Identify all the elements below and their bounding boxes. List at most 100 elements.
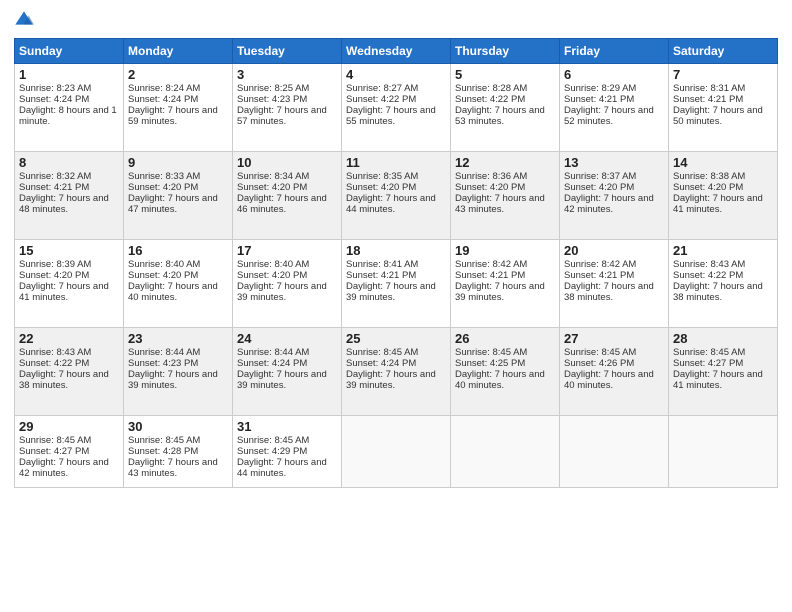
calendar-header-saturday: Saturday: [669, 39, 778, 64]
calendar-cell: 25Sunrise: 8:45 AMSunset: 4:24 PMDayligh…: [342, 328, 451, 416]
sunset-text: Sunset: 4:29 PM: [237, 446, 337, 457]
calendar-cell: 14Sunrise: 8:38 AMSunset: 4:20 PMDayligh…: [669, 152, 778, 240]
day-number: 6: [564, 67, 664, 82]
day-number: 29: [19, 419, 119, 434]
header: [14, 10, 778, 30]
daylight-text: Daylight: 7 hours and 44 minutes.: [346, 193, 446, 215]
calendar-week-row: 8Sunrise: 8:32 AMSunset: 4:21 PMDaylight…: [15, 152, 778, 240]
daylight-text: Daylight: 7 hours and 40 minutes.: [455, 369, 555, 391]
calendar-week-row: 1Sunrise: 8:23 AMSunset: 4:24 PMDaylight…: [15, 64, 778, 152]
day-number: 2: [128, 67, 228, 82]
calendar-cell: 31Sunrise: 8:45 AMSunset: 4:29 PMDayligh…: [233, 416, 342, 488]
sunrise-text: Sunrise: 8:42 AM: [455, 259, 555, 270]
sunset-text: Sunset: 4:21 PM: [564, 270, 664, 281]
calendar-header-friday: Friday: [560, 39, 669, 64]
daylight-text: Daylight: 7 hours and 42 minutes.: [19, 457, 119, 479]
daylight-text: Daylight: 7 hours and 41 minutes.: [673, 369, 773, 391]
calendar-cell: [451, 416, 560, 488]
sunset-text: Sunset: 4:20 PM: [128, 270, 228, 281]
sunset-text: Sunset: 4:22 PM: [455, 94, 555, 105]
calendar-header-wednesday: Wednesday: [342, 39, 451, 64]
sunset-text: Sunset: 4:21 PM: [673, 94, 773, 105]
sunrise-text: Sunrise: 8:45 AM: [564, 347, 664, 358]
day-number: 22: [19, 331, 119, 346]
sunset-text: Sunset: 4:22 PM: [346, 94, 446, 105]
sunrise-text: Sunrise: 8:24 AM: [128, 83, 228, 94]
sunset-text: Sunset: 4:20 PM: [346, 182, 446, 193]
calendar-cell: 1Sunrise: 8:23 AMSunset: 4:24 PMDaylight…: [15, 64, 124, 152]
day-number: 27: [564, 331, 664, 346]
page-container: SundayMondayTuesdayWednesdayThursdayFrid…: [0, 0, 792, 612]
day-number: 28: [673, 331, 773, 346]
sunrise-text: Sunrise: 8:33 AM: [128, 171, 228, 182]
sunrise-text: Sunrise: 8:45 AM: [19, 435, 119, 446]
sunset-text: Sunset: 4:24 PM: [19, 94, 119, 105]
day-number: 19: [455, 243, 555, 258]
sunrise-text: Sunrise: 8:31 AM: [673, 83, 773, 94]
sunrise-text: Sunrise: 8:25 AM: [237, 83, 337, 94]
daylight-text: Daylight: 7 hours and 53 minutes.: [455, 105, 555, 127]
calendar-cell: 30Sunrise: 8:45 AMSunset: 4:28 PMDayligh…: [124, 416, 233, 488]
calendar-header-monday: Monday: [124, 39, 233, 64]
daylight-text: Daylight: 7 hours and 57 minutes.: [237, 105, 337, 127]
calendar-cell: 28Sunrise: 8:45 AMSunset: 4:27 PMDayligh…: [669, 328, 778, 416]
daylight-text: Daylight: 7 hours and 50 minutes.: [673, 105, 773, 127]
daylight-text: Daylight: 7 hours and 43 minutes.: [128, 457, 228, 479]
daylight-text: Daylight: 7 hours and 52 minutes.: [564, 105, 664, 127]
sunset-text: Sunset: 4:20 PM: [564, 182, 664, 193]
sunset-text: Sunset: 4:27 PM: [673, 358, 773, 369]
sunset-text: Sunset: 4:22 PM: [673, 270, 773, 281]
sunrise-text: Sunrise: 8:29 AM: [564, 83, 664, 94]
daylight-text: Daylight: 7 hours and 47 minutes.: [128, 193, 228, 215]
calendar-header-row: SundayMondayTuesdayWednesdayThursdayFrid…: [15, 39, 778, 64]
day-number: 30: [128, 419, 228, 434]
sunrise-text: Sunrise: 8:27 AM: [346, 83, 446, 94]
sunset-text: Sunset: 4:20 PM: [673, 182, 773, 193]
daylight-text: Daylight: 7 hours and 39 minutes.: [346, 281, 446, 303]
day-number: 13: [564, 155, 664, 170]
daylight-text: Daylight: 7 hours and 39 minutes.: [128, 369, 228, 391]
calendar-cell: 6Sunrise: 8:29 AMSunset: 4:21 PMDaylight…: [560, 64, 669, 152]
calendar-cell: 8Sunrise: 8:32 AMSunset: 4:21 PMDaylight…: [15, 152, 124, 240]
daylight-text: Daylight: 7 hours and 41 minutes.: [673, 193, 773, 215]
calendar-cell: 22Sunrise: 8:43 AMSunset: 4:22 PMDayligh…: [15, 328, 124, 416]
daylight-text: Daylight: 7 hours and 46 minutes.: [237, 193, 337, 215]
sunset-text: Sunset: 4:23 PM: [128, 358, 228, 369]
sunrise-text: Sunrise: 8:36 AM: [455, 171, 555, 182]
calendar-cell: 10Sunrise: 8:34 AMSunset: 4:20 PMDayligh…: [233, 152, 342, 240]
calendar-cell: 11Sunrise: 8:35 AMSunset: 4:20 PMDayligh…: [342, 152, 451, 240]
sunset-text: Sunset: 4:25 PM: [455, 358, 555, 369]
day-number: 7: [673, 67, 773, 82]
daylight-text: Daylight: 7 hours and 39 minutes.: [237, 369, 337, 391]
daylight-text: Daylight: 7 hours and 38 minutes.: [564, 281, 664, 303]
sunset-text: Sunset: 4:23 PM: [237, 94, 337, 105]
calendar-cell: 5Sunrise: 8:28 AMSunset: 4:22 PMDaylight…: [451, 64, 560, 152]
calendar-cell: 23Sunrise: 8:44 AMSunset: 4:23 PMDayligh…: [124, 328, 233, 416]
daylight-text: Daylight: 7 hours and 38 minutes.: [19, 369, 119, 391]
sunrise-text: Sunrise: 8:45 AM: [455, 347, 555, 358]
day-number: 1: [19, 67, 119, 82]
sunset-text: Sunset: 4:20 PM: [128, 182, 228, 193]
calendar-cell: 2Sunrise: 8:24 AMSunset: 4:24 PMDaylight…: [124, 64, 233, 152]
calendar-cell: 7Sunrise: 8:31 AMSunset: 4:21 PMDaylight…: [669, 64, 778, 152]
day-number: 11: [346, 155, 446, 170]
sunset-text: Sunset: 4:20 PM: [19, 270, 119, 281]
sunset-text: Sunset: 4:24 PM: [128, 94, 228, 105]
sunrise-text: Sunrise: 8:44 AM: [237, 347, 337, 358]
sunset-text: Sunset: 4:20 PM: [237, 270, 337, 281]
day-number: 26: [455, 331, 555, 346]
calendar-cell: 19Sunrise: 8:42 AMSunset: 4:21 PMDayligh…: [451, 240, 560, 328]
sunset-text: Sunset: 4:22 PM: [19, 358, 119, 369]
day-number: 21: [673, 243, 773, 258]
sunrise-text: Sunrise: 8:32 AM: [19, 171, 119, 182]
calendar-cell: 9Sunrise: 8:33 AMSunset: 4:20 PMDaylight…: [124, 152, 233, 240]
sunrise-text: Sunrise: 8:37 AM: [564, 171, 664, 182]
day-number: 25: [346, 331, 446, 346]
calendar-cell: [669, 416, 778, 488]
calendar-cell: 24Sunrise: 8:44 AMSunset: 4:24 PMDayligh…: [233, 328, 342, 416]
sunrise-text: Sunrise: 8:40 AM: [128, 259, 228, 270]
calendar-table: SundayMondayTuesdayWednesdayThursdayFrid…: [14, 38, 778, 488]
day-number: 14: [673, 155, 773, 170]
calendar-cell: 13Sunrise: 8:37 AMSunset: 4:20 PMDayligh…: [560, 152, 669, 240]
sunrise-text: Sunrise: 8:23 AM: [19, 83, 119, 94]
